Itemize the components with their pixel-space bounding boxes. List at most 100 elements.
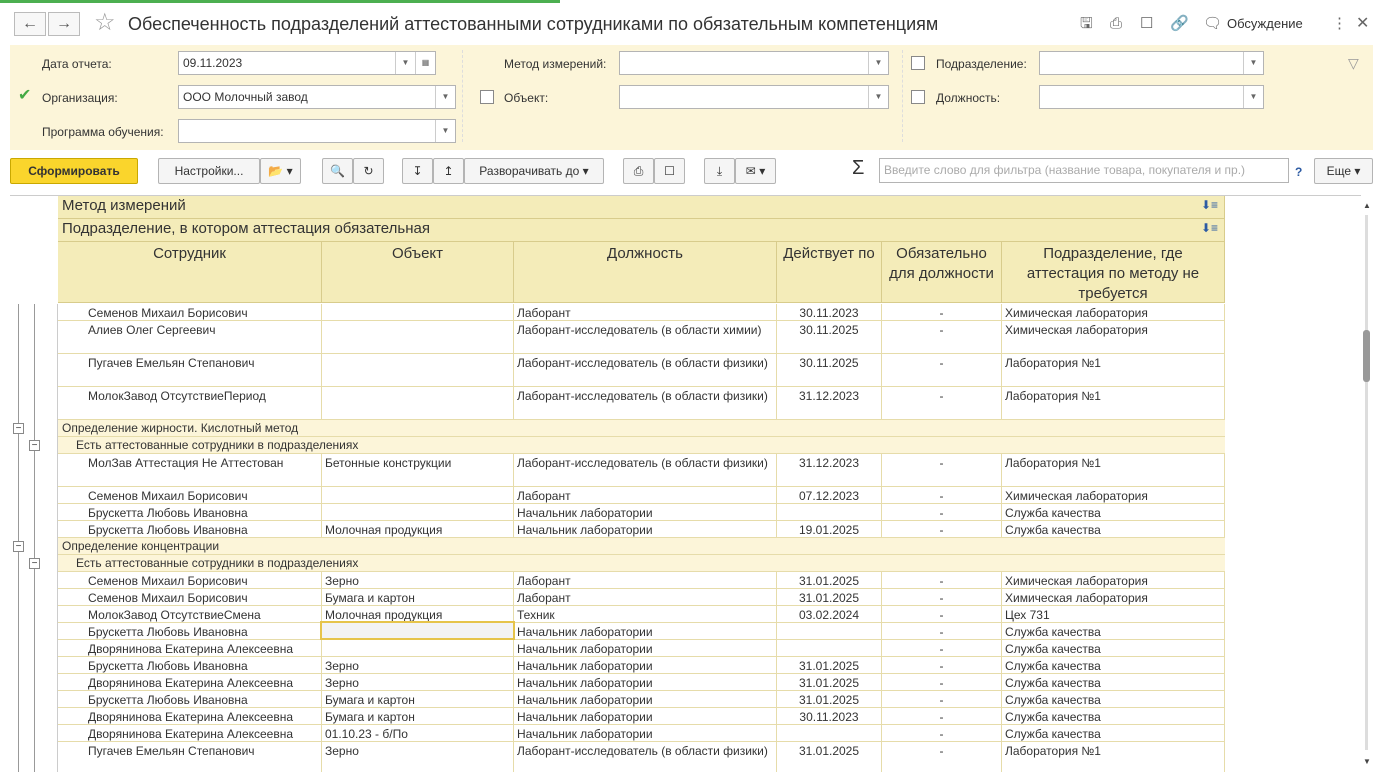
cell-object[interactable] xyxy=(322,387,514,419)
cell-object[interactable] xyxy=(322,321,514,353)
position-checkbox[interactable] xyxy=(911,90,925,104)
cell-mandatory[interactable]: - xyxy=(882,354,1002,386)
cell-object[interactable]: Молочная продукция xyxy=(322,606,514,622)
cell-valid-to[interactable]: 31.01.2025 xyxy=(777,657,882,673)
table-row[interactable]: Брускетта Любовь Ивановна Бумага и картон… xyxy=(58,691,1225,708)
forward-arrow-icon[interactable]: → xyxy=(48,12,80,36)
cell-dept[interactable]: Химическая лаборатория xyxy=(1002,487,1225,503)
cell-object[interactable]: Бумага и картон xyxy=(322,691,514,707)
cell-valid-to[interactable]: 31.01.2025 xyxy=(777,691,882,707)
cell-dept[interactable]: Служба качества xyxy=(1002,708,1225,724)
group-row-method[interactable]: Определение концентрации xyxy=(58,538,1225,555)
cell-valid-to[interactable]: 30.11.2025 xyxy=(777,354,882,386)
cell-valid-to[interactable]: 30.11.2025 xyxy=(777,321,882,353)
object-checkbox[interactable] xyxy=(480,90,494,104)
collapse-icon[interactable]: − xyxy=(13,423,24,434)
report-table[interactable]: Метод измерений ⬇≡ Подразделение, в кото… xyxy=(10,195,1361,772)
cell-employee[interactable]: МолЗав Аттестация Не Аттестован xyxy=(58,454,322,486)
cell-dept[interactable]: Лаборатория №1 xyxy=(1002,387,1225,419)
cell-employee[interactable]: Семенов Михаил Борисович xyxy=(58,487,322,503)
cell-position[interactable]: Лаборант-исследователь (в области химии) xyxy=(514,321,777,353)
cell-valid-to[interactable]: 19.01.2025 xyxy=(777,521,882,537)
cell-object[interactable]: Молочная продукция xyxy=(322,521,514,537)
cell-dept[interactable]: Служба качества xyxy=(1002,674,1225,690)
sum-icon[interactable]: Σ xyxy=(852,158,864,178)
collapse-icon[interactable]: ↧ xyxy=(402,158,433,184)
cell-mandatory[interactable]: - xyxy=(882,387,1002,419)
cell-dept[interactable]: Химическая лаборатория xyxy=(1002,572,1225,588)
table-row[interactable]: МолЗав Аттестация Не Аттестован Бетонные … xyxy=(58,454,1225,487)
cell-valid-to[interactable]: 03.02.2024 xyxy=(777,606,882,622)
cell-valid-to[interactable]: 07.12.2023 xyxy=(777,487,882,503)
cell-employee[interactable]: Брускетта Любовь Ивановна xyxy=(58,623,322,639)
table-row[interactable]: Семенов Михаил Борисович Лаборант 30.11.20… xyxy=(58,304,1225,321)
cell-employee[interactable]: Дворянинова Екатерина Алексеевна xyxy=(58,708,322,724)
cell-object[interactable] xyxy=(322,640,514,656)
method-field[interactable]: ▼ xyxy=(619,51,889,75)
find-next-icon[interactable]: ↻ xyxy=(353,158,384,184)
discussion-icon[interactable]: 🗨 xyxy=(1203,14,1222,34)
cell-valid-to[interactable]: 31.01.2025 xyxy=(777,572,882,588)
link-icon[interactable]: 🔗 xyxy=(1170,14,1189,34)
cell-position[interactable]: Начальник лаборатории xyxy=(514,623,777,639)
selected-cell[interactable] xyxy=(320,621,515,640)
cell-employee[interactable]: Брускетта Любовь Ивановна xyxy=(58,691,322,707)
cell-position[interactable]: Начальник лаборатории xyxy=(514,640,777,656)
cell-valid-to[interactable] xyxy=(777,623,882,639)
position-field[interactable]: ▼ xyxy=(1039,85,1264,109)
cell-object[interactable]: Бумага и картон xyxy=(322,589,514,605)
cell-object[interactable]: Зерно xyxy=(322,674,514,690)
cell-position[interactable]: Лаборант xyxy=(514,487,777,503)
collapse-icon[interactable]: − xyxy=(29,558,40,569)
scroll-thumb[interactable] xyxy=(1363,330,1370,382)
sort-icon[interactable]: ⬇≡ xyxy=(1201,221,1218,235)
column-header-position[interactable]: Должность xyxy=(514,242,777,303)
department-checkbox[interactable] xyxy=(911,56,925,70)
cell-object[interactable]: Бумага и картон xyxy=(322,708,514,724)
cell-mandatory[interactable]: - xyxy=(882,606,1002,622)
cell-valid-to[interactable]: 31.01.2025 xyxy=(777,589,882,605)
scroll-track[interactable] xyxy=(1365,215,1368,750)
chevron-down-icon[interactable]: ▼ xyxy=(1243,52,1263,74)
cell-valid-to[interactable]: 31.01.2025 xyxy=(777,742,882,772)
cell-position[interactable]: Лаборант xyxy=(514,589,777,605)
organization-checkbox[interactable]: ✔ xyxy=(18,88,32,104)
cell-dept[interactable]: Цех 731 xyxy=(1002,606,1225,622)
scroll-up-icon[interactable]: ▲ xyxy=(1363,201,1371,210)
favorite-star-icon[interactable]: ☆ xyxy=(94,8,116,38)
filter-search-input[interactable]: Введите слово для фильтра (название това… xyxy=(879,158,1289,183)
cell-dept[interactable]: Химическая лаборатория xyxy=(1002,304,1225,320)
cell-employee[interactable]: Брускетта Любовь Ивановна xyxy=(58,521,322,537)
print-icon[interactable]: ⎙ xyxy=(1110,14,1122,34)
cell-object[interactable]: Бетонные конструкции xyxy=(322,454,514,486)
table-row[interactable]: МолокЗавод ОтсутствиеСмена Молочная проду… xyxy=(58,606,1225,623)
cell-position[interactable]: Лаборант-исследователь (в области физики… xyxy=(514,454,777,486)
email-button[interactable]: ✉ ▾ xyxy=(735,158,776,184)
table-row[interactable]: Алиев Олег Сергеевич Лаборант-исследовате… xyxy=(58,321,1225,354)
cell-dept[interactable]: Химическая лаборатория xyxy=(1002,589,1225,605)
cell-position[interactable]: Техник xyxy=(514,606,777,622)
cell-employee[interactable]: Семенов Михаил Борисович xyxy=(58,589,322,605)
cell-mandatory[interactable]: - xyxy=(882,708,1002,724)
cell-position[interactable]: Лаборант-исследователь (в области физики… xyxy=(514,742,777,772)
cell-valid-to[interactable]: 31.12.2023 xyxy=(777,454,882,486)
table-row[interactable]: Дворянинова Екатерина Алексеевна Начальни… xyxy=(58,640,1225,657)
cell-position[interactable]: Начальник лаборатории xyxy=(514,657,777,673)
cell-mandatory[interactable]: - xyxy=(882,304,1002,320)
filter-icon[interactable]: ▽ xyxy=(1348,55,1359,71)
cell-mandatory[interactable]: - xyxy=(882,674,1002,690)
help-link[interactable]: ? xyxy=(1295,164,1302,180)
cell-dept[interactable]: Служба качества xyxy=(1002,521,1225,537)
table-row[interactable]: Дворянинова Екатерина Алексеевна Зерно Нач… xyxy=(58,674,1225,691)
cell-mandatory[interactable]: - xyxy=(882,521,1002,537)
report-date-field[interactable]: 09.11.2023 ▼ ▦ xyxy=(178,51,436,75)
cell-position[interactable]: Начальник лаборатории xyxy=(514,521,777,537)
cell-valid-to[interactable] xyxy=(777,640,882,656)
collapse-icon[interactable]: − xyxy=(29,440,40,451)
cell-employee[interactable]: Дворянинова Екатерина Алексеевна xyxy=(58,640,322,656)
group-row-status[interactable]: Есть аттестованные сотрудники в подразде… xyxy=(58,437,1225,454)
cell-dept[interactable]: Служба качества xyxy=(1002,504,1225,520)
table-row[interactable]: Дворянинова Екатерина Алексеевна 01.10.23… xyxy=(58,725,1225,742)
more-vertical-icon[interactable]: ⋮ xyxy=(1332,14,1347,34)
cell-position[interactable]: Начальник лаборатории xyxy=(514,691,777,707)
